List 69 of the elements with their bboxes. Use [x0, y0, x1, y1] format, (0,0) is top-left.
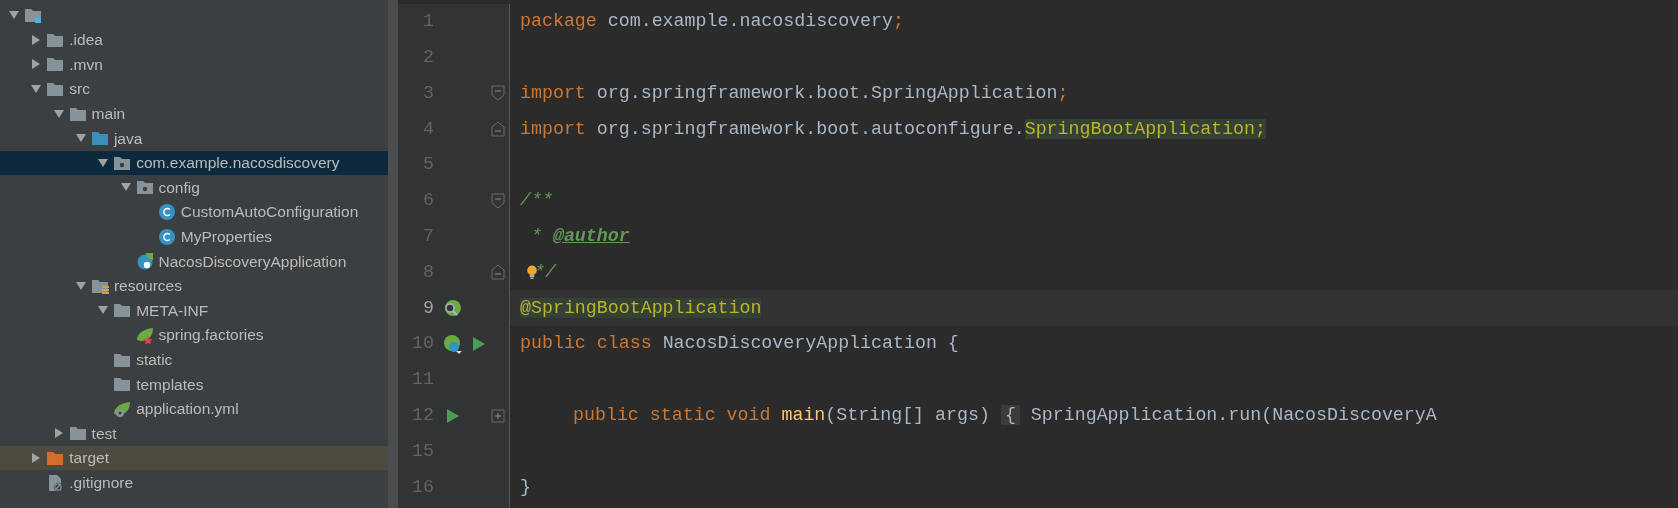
tree-item[interactable]: application.yml — [0, 396, 388, 422]
item-label: static — [136, 350, 173, 370]
excluded-folder-icon — [46, 449, 65, 467]
tree-item[interactable]: config — [0, 175, 388, 200]
item-label: CustomAutoConfiguration — [180, 202, 359, 223]
tree-item[interactable]: target — [0, 445, 388, 471]
item-label: src — [69, 79, 90, 100]
item-label: config — [158, 177, 200, 198]
folder-icon — [46, 55, 65, 74]
tree-item[interactable]: CustomAutoConfiguration — [0, 199, 388, 225]
tree-item[interactable]: templates — [0, 371, 388, 397]
tree-item[interactable]: src — [0, 76, 388, 102]
module-folder-icon — [24, 6, 42, 25]
code-line: package com.example.nacosdiscovery; — [520, 10, 904, 34]
item-label: .mvn — [69, 54, 103, 75]
item-label: resources — [113, 276, 182, 297]
collapse-arrow-icon[interactable] — [52, 107, 65, 120]
tree-item[interactable]: resources — [0, 273, 388, 299]
source-folder-icon — [90, 129, 109, 148]
item-label: NacosDiscoveryApplication — [158, 251, 347, 272]
package-icon — [135, 178, 154, 197]
code-line: * @author — [529, 224, 630, 248]
line-number: 9 — [422, 296, 434, 320]
item-label: test — [91, 423, 117, 444]
item-label: main — [91, 104, 126, 125]
folder-icon — [46, 80, 65, 99]
item-label: spring.factories — [158, 325, 264, 346]
tree-item[interactable]: .gitignore — [0, 470, 388, 495]
item-label: target — [69, 448, 109, 469]
item-label: MyProperties — [180, 227, 273, 247]
tree-item[interactable]: .idea — [0, 27, 388, 53]
code-line: import org.springframework.boot.autoconfigure.SpringBootApplication; — [520, 117, 1266, 141]
code-line: public static void main(String[] args) { SpringApplication.run(NacosDiscoveryA — [572, 403, 1437, 427]
collapse-arrow-icon[interactable] — [74, 279, 87, 292]
spring-config-icon — [113, 399, 132, 418]
item-label: templates — [136, 374, 204, 395]
code-line: } — [520, 475, 531, 499]
tree-item[interactable]: java — [0, 125, 388, 151]
folder-icon — [113, 301, 132, 320]
boot-class-icon — [135, 252, 154, 271]
collapse-arrow-icon[interactable] — [97, 156, 110, 169]
code-line: public class NacosDiscoveryApplication { — [520, 332, 959, 356]
tree-item[interactable]: spring.factories — [0, 322, 388, 348]
item-label: .idea — [69, 30, 103, 51]
item-label: java — [113, 128, 143, 149]
spring-file-icon — [135, 326, 154, 344]
code-line: /** — [520, 189, 553, 213]
class-icon — [157, 227, 176, 246]
tree-item[interactable]: NacosDiscoveryApplication — [0, 248, 388, 274]
folder-icon — [113, 375, 132, 394]
item-label: application.yml — [136, 399, 239, 420]
expand-arrow-icon[interactable] — [52, 427, 65, 440]
item-label: META-INF — [136, 300, 209, 321]
bean-search-icon — [442, 298, 462, 319]
tree-item[interactable]: static — [0, 347, 388, 372]
tree-item[interactable]: main — [0, 101, 388, 126]
ignored-file-icon — [46, 473, 65, 492]
tree-item[interactable]: com.example.nacosdiscovery — [0, 150, 388, 176]
class-icon — [157, 203, 176, 222]
code-line: import org.springframework.boot.SpringApplication; — [520, 81, 1069, 105]
tree-item[interactable]: MyProperties — [0, 224, 388, 249]
folder-icon — [68, 424, 87, 443]
tree-item[interactable]: .mvn — [0, 52, 388, 77]
code-line: */ — [534, 260, 556, 284]
bean-class-icon — [442, 334, 462, 355]
item-label: .gitignore — [69, 472, 134, 493]
item-label: com.example.nacosdiscovery — [136, 153, 340, 174]
tree-item[interactable]: META-INF — [0, 298, 388, 323]
tree-item[interactable]: test — [0, 421, 388, 446]
